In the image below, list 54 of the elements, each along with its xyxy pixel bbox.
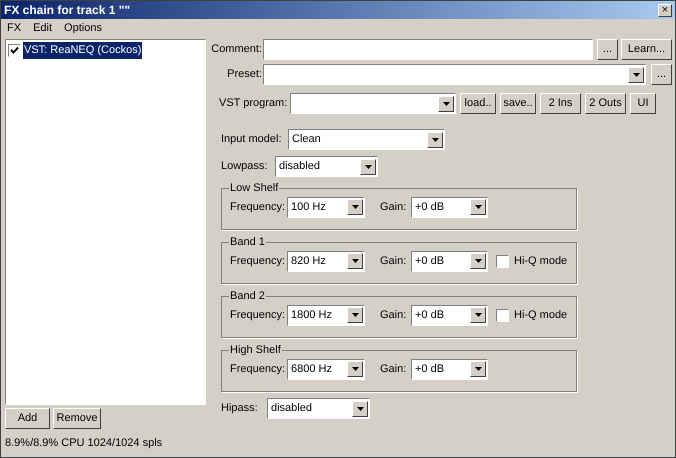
add-button[interactable]: Add [5,408,50,429]
hipass-dropdown[interactable]: disabled [267,398,370,419]
menu-item[interactable]: Options [64,20,102,36]
gain-dropdown[interactable]: +0 dB [411,358,488,380]
field-label: Hipass: [221,401,259,416]
menu-item[interactable]: FX [7,20,22,36]
browse-button[interactable]: ... [597,39,618,60]
close-button[interactable]: × [658,4,672,16]
toolbar-button[interactable]: save.. [500,93,536,114]
field-label: Gain: [380,362,408,377]
field-label: Gain: [380,200,408,215]
field-label: Lowpass: [221,159,268,174]
comment-field[interactable] [263,39,593,60]
checkbox[interactable] [496,308,509,322]
toolbar-button[interactable]: 2 Ins [540,93,581,114]
vst-program-dropdown[interactable] [290,93,456,114]
preset-dropdown[interactable] [263,64,646,85]
fx-list-item[interactable]: VST: ReaNEQ (Cockos) [23,42,142,58]
preset-menu-button[interactable]: ... [651,64,672,85]
field-label: Frequency: [230,200,286,215]
frequency-dropdown[interactable]: 1800 Hz [287,304,365,326]
group-title: Band 1 [229,235,266,250]
field-label: Hi-Q mode [514,308,568,323]
frequency-dropdown[interactable]: 100 Hz [287,196,365,218]
field-label: Comment: [210,42,262,58]
field-label: Gain: [380,254,408,269]
toolbar-button[interactable]: 2 Outs [585,93,626,114]
toolbar-button[interactable]: UI [630,93,656,114]
window-title: FX chain for track 1 "" [4,2,132,19]
learn-button[interactable]: Learn... [621,39,672,60]
cpu-status: 8.9%/8.9% CPU 1024/1024 spls [5,436,164,451]
field-label: Frequency: [230,308,286,323]
menu-item[interactable]: Edit [33,20,52,36]
field-label: Input model: [221,132,283,148]
field-label: Frequency: [230,362,286,377]
gain-dropdown[interactable]: +0 dB [411,250,488,272]
remove-button[interactable]: Remove [53,408,101,429]
group-title: High Shelf [229,343,282,358]
field-label: Preset: [226,67,262,82]
frequency-dropdown[interactable]: 820 Hz [287,250,365,272]
input-model-dropdown[interactable]: Clean [288,129,445,150]
group-title: Low Shelf [229,181,280,196]
frequency-dropdown[interactable]: 6800 Hz [287,358,365,380]
gain-dropdown[interactable]: +0 dB [411,304,488,326]
checkbox[interactable] [8,44,21,57]
lowpass-dropdown[interactable]: disabled [275,156,378,177]
toolbar-button[interactable]: load.. [460,93,496,114]
field-label: Frequency: [230,254,286,269]
field-label: VST program: [219,96,288,112]
field-label: Gain: [380,308,408,323]
field-label: Hi-Q mode [514,254,568,269]
checkbox[interactable] [496,254,509,268]
gain-dropdown[interactable]: +0 dB [411,196,488,218]
group-title: Band 2 [229,289,266,304]
